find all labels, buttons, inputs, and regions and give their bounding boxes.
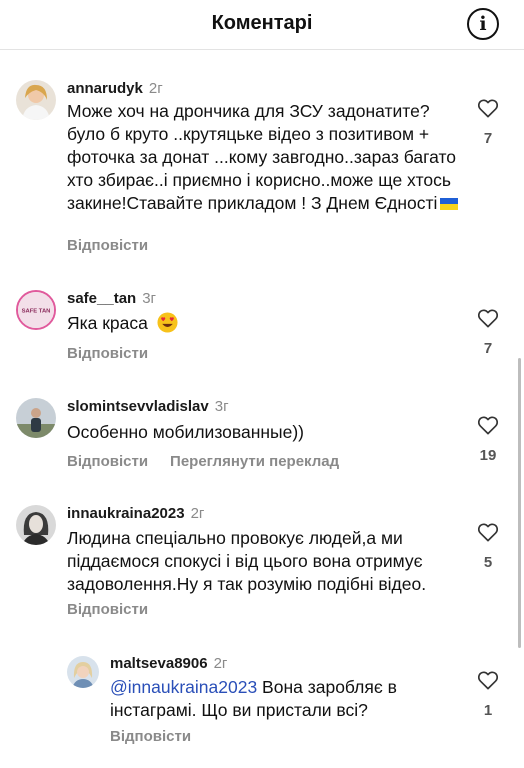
mention-link[interactable]: @innaukraina2023	[110, 677, 257, 697]
heart-icon[interactable]	[477, 98, 499, 118]
like-control: 19	[475, 415, 501, 464]
like-count: 7	[483, 130, 493, 147]
like-control: 1	[475, 670, 501, 719]
username[interactable]: maltseva8906	[110, 655, 208, 672]
reply-button[interactable]: Відповісти	[67, 601, 148, 618]
comment-text: Яка краса	[67, 312, 178, 335]
like-count: 5	[483, 554, 493, 571]
page-title: Коментарі	[211, 12, 313, 34]
header: Коментарі i	[0, 0, 524, 50]
username[interactable]: innaukraina2023	[67, 505, 185, 522]
like-count: 19	[479, 447, 497, 464]
ukraine-flag-icon	[440, 198, 459, 210]
reply-button[interactable]: Відповісти	[67, 453, 148, 470]
username[interactable]: annarudyk	[67, 80, 143, 97]
heart-icon[interactable]	[477, 308, 499, 328]
timestamp: 3г	[142, 290, 157, 307]
like-count: 7	[483, 340, 493, 357]
username[interactable]: safe__tan	[67, 290, 136, 307]
avatar[interactable]	[67, 656, 99, 688]
avatar[interactable]: SAFE TAN	[16, 290, 56, 330]
like-count: 1	[483, 702, 493, 719]
comment-text: Може хоч на дрончика для ЗСУ задонатите?…	[67, 100, 463, 215]
avatar[interactable]	[16, 505, 56, 545]
heart-icon[interactable]	[477, 670, 499, 690]
heart-eyes-emoji-icon	[157, 312, 178, 333]
comment-text: @innaukraina2023 Вона заробляє в інстагр…	[110, 677, 397, 720]
heart-icon[interactable]	[477, 415, 499, 435]
timestamp: 2г	[213, 655, 228, 672]
scrollbar[interactable]	[518, 358, 521, 648]
reply-button[interactable]: Відповісти	[110, 728, 191, 745]
see-translation-button[interactable]: Переглянути переклад	[170, 453, 339, 470]
avatar[interactable]	[16, 80, 56, 120]
timestamp: 3г	[214, 398, 229, 415]
heart-icon[interactable]	[477, 522, 499, 542]
info-icon[interactable]: i	[467, 8, 499, 40]
username[interactable]: slomintsevvladislav	[67, 398, 209, 415]
timestamp: 2г	[148, 80, 163, 97]
like-control: 5	[475, 522, 501, 571]
like-control: 7	[475, 98, 501, 147]
like-control: 7	[475, 308, 501, 357]
avatar[interactable]	[16, 398, 56, 438]
timestamp: 2г	[190, 505, 205, 522]
comment-text: Людина спеціально провокує людей,а ми пі…	[67, 528, 427, 594]
reply-button[interactable]: Відповісти	[67, 345, 148, 362]
comment-text: Особенно мобилизованные))	[67, 422, 305, 442]
avatar-logo-text: SAFE TAN	[22, 309, 51, 315]
reply-button[interactable]: Відповісти	[67, 237, 148, 254]
